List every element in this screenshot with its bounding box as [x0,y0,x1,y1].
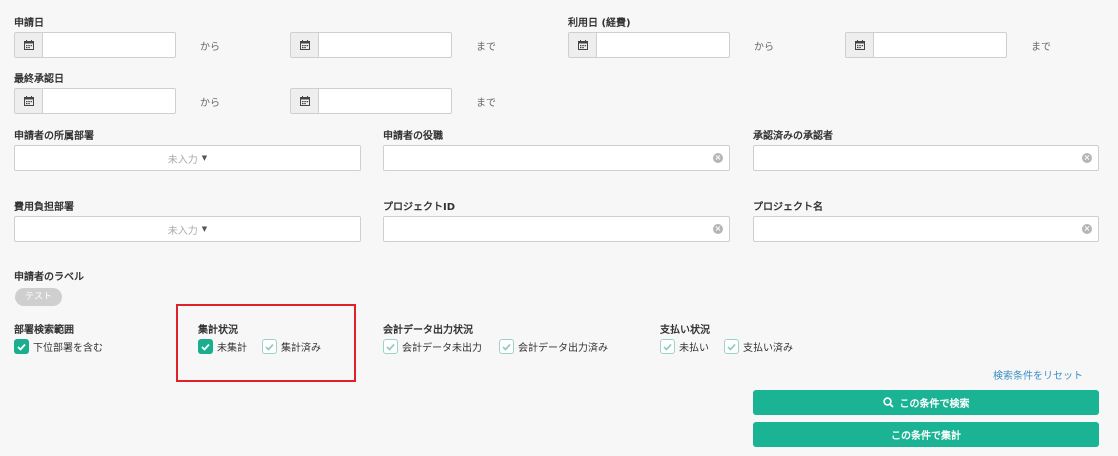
aggregation-status-label: 集計状況 [198,325,238,336]
project-name-field[interactable]: × [753,216,1099,242]
calendar-icon[interactable] [291,89,319,113]
clear-icon[interactable]: × [713,153,723,163]
reset-search-link[interactable]: 検索条件をリセット [993,367,1083,382]
search-button-label: この条件で検索 [899,399,970,410]
calendar-icon[interactable] [291,33,319,57]
checkbox-label: 会計データ未出力 [402,343,482,354]
calendar-icon[interactable] [569,33,597,57]
application-date-to-text: まで [476,42,496,53]
applicant-department-select[interactable]: 未入力 ▼ [14,145,361,171]
final-approval-date-to-text: まで [476,98,496,109]
clear-icon[interactable]: × [1082,224,1092,234]
final-approval-date-label: 最終承認日 [14,74,64,85]
usage-date-from-text: から [754,42,774,53]
project-id-field[interactable]: × [383,216,730,242]
cost-department-value: 未入力 [167,225,198,237]
approved-by-label: 承認済みの承認者 [753,131,833,142]
application-date-to-field[interactable] [290,32,452,58]
search-button[interactable]: この条件で検索 [753,390,1099,415]
checkbox-unchecked-icon[interactable] [499,339,514,354]
final-approval-date-to-field[interactable] [290,88,452,114]
caret-down-icon: ▼ [201,225,208,233]
checkbox-unchecked-icon[interactable] [383,339,398,354]
checkbox-include-sub-departments[interactable]: 下位部署を含む [14,339,103,354]
applicant-label-tag[interactable]: テスト [15,288,63,306]
calendar-icon[interactable] [15,89,43,113]
applicant-position-label: 申請者の役職 [383,131,443,142]
checkbox-label: 集計済み [281,343,321,354]
checkbox-label: 会計データ出力済み [518,343,608,354]
dept-search-scope-label: 部署検索範囲 [14,325,74,336]
application-date-from-input[interactable] [43,33,175,57]
final-approval-date-from-text: から [200,98,220,109]
cost-department-label: 費用負担部署 [14,202,74,213]
checkbox-accounting-not-exported[interactable]: 会計データ未出力 [383,339,482,354]
checkbox-unpaid[interactable]: 未払い [660,339,709,354]
checkbox-label: 未払い [679,343,709,354]
checkbox-checked-icon[interactable] [14,339,29,354]
aggregate-button-label: この条件で集計 [891,431,961,442]
usage-date-to-field[interactable] [845,32,1007,58]
application-date-from-text: から [200,42,220,53]
application-date-to-input[interactable] [319,33,451,57]
application-date-from-field[interactable] [14,32,176,58]
project-name-label: プロジェクト名 [753,202,823,213]
final-approval-date-to-input[interactable] [319,89,451,113]
search-icon [882,397,894,408]
clear-icon[interactable]: × [1082,153,1092,163]
checkbox-unchecked-icon[interactable] [660,339,675,354]
final-approval-date-from-input[interactable] [43,89,175,113]
checkbox-accounting-exported[interactable]: 会計データ出力済み [499,339,608,354]
approved-by-input[interactable] [754,152,1082,164]
caret-down-icon: ▼ [201,154,208,162]
checkbox-paid[interactable]: 支払い済み [724,339,793,354]
checkbox-unchecked-icon[interactable] [724,339,739,354]
applicant-department-label: 申請者の所属部署 [14,131,94,142]
usage-date-from-field[interactable] [568,32,730,58]
checkbox-label: 下位部署を含む [33,343,103,354]
project-id-label: プロジェクトID [383,202,456,213]
cost-department-select[interactable]: 未入力 ▼ [14,216,361,242]
applicant-label-label: 申請者のラベル [14,272,84,283]
approved-by-field[interactable]: × [753,145,1099,171]
usage-date-label: 利用日 (経費) [568,18,631,29]
applicant-department-value: 未入力 [167,154,198,166]
usage-date-from-input[interactable] [597,33,729,57]
checkbox-not-aggregated[interactable]: 未集計 [198,339,247,354]
clear-icon[interactable]: × [713,224,723,234]
checkbox-label: 未集計 [217,343,247,354]
payment-status-label: 支払い状況 [660,325,710,336]
checkbox-unchecked-icon[interactable] [262,339,277,354]
accounting-export-status-label: 会計データ出力状況 [383,325,473,336]
checkbox-label: 支払い済み [743,343,793,354]
project-name-input[interactable] [754,223,1082,235]
usage-date-to-input[interactable] [874,33,1006,57]
checkbox-aggregated[interactable]: 集計済み [262,339,321,354]
calendar-icon[interactable] [15,33,43,57]
calendar-icon[interactable] [846,33,874,57]
usage-date-to-text: まで [1031,42,1051,53]
applicant-position-input[interactable] [384,152,713,164]
final-approval-date-from-field[interactable] [14,88,176,114]
checkbox-checked-icon[interactable] [198,339,213,354]
applicant-position-field[interactable]: × [383,145,730,171]
project-id-input[interactable] [384,223,713,235]
aggregate-button[interactable]: この条件で集計 [753,422,1099,447]
application-date-label: 申請日 [14,18,44,29]
